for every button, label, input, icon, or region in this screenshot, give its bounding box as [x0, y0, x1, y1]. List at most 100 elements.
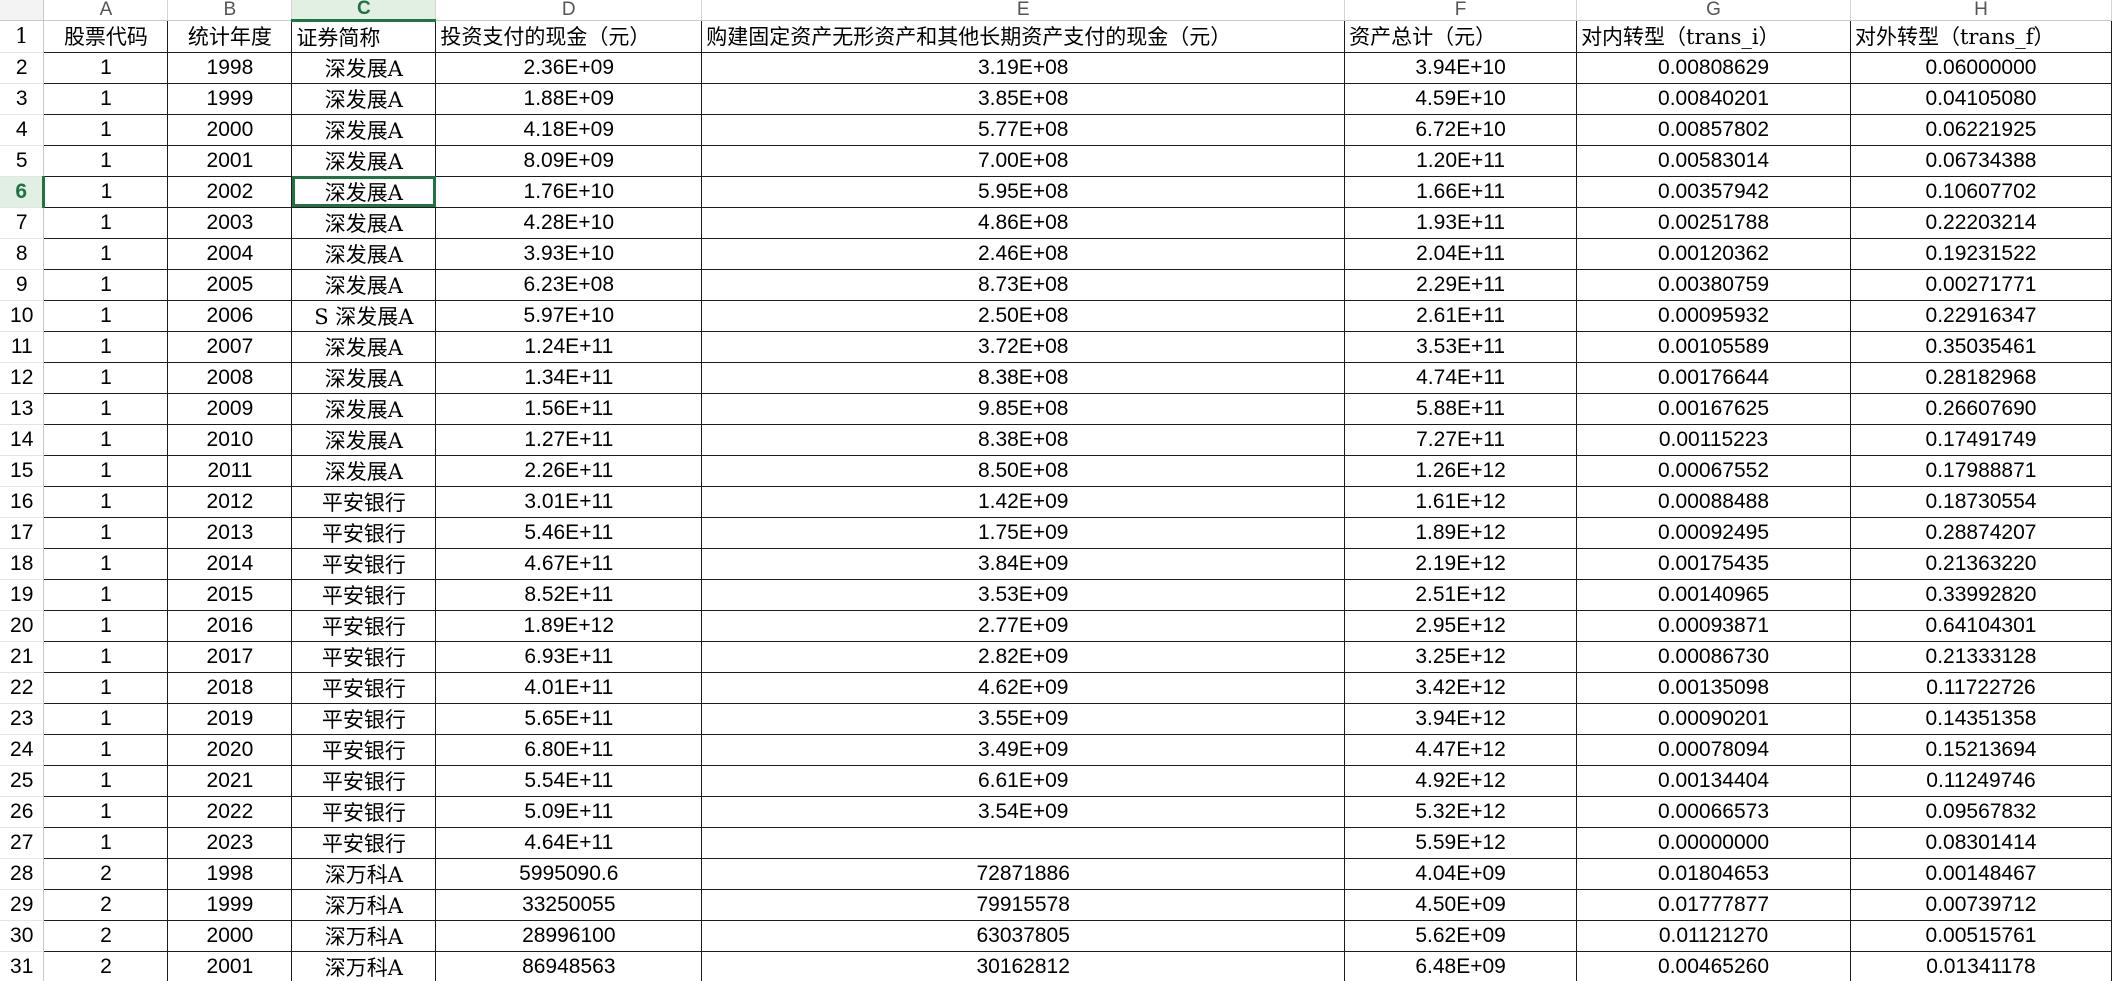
cell-c[interactable]: 深发展A	[291, 176, 437, 208]
cell-h[interactable]: 0.10607702	[1850, 176, 2112, 208]
cell-a[interactable]: 2	[43, 889, 169, 921]
cell-f[interactable]: 2.95E+12	[1344, 610, 1578, 642]
header-cell-h[interactable]: 对外转型（trans_f）	[1850, 20, 2112, 53]
header-cell-f[interactable]: 资产总计（元）	[1344, 20, 1578, 53]
cell-f[interactable]: 6.72E+10	[1344, 114, 1578, 146]
cell-h[interactable]: 0.11249746	[1850, 765, 2112, 797]
cell-h[interactable]: 0.28874207	[1850, 517, 2112, 549]
cell-g[interactable]: 0.00135098	[1576, 672, 1851, 704]
cell-b[interactable]: 2018	[167, 672, 293, 704]
cell-b[interactable]: 2007	[167, 331, 293, 363]
cell-g[interactable]: 0.00134404	[1576, 765, 1851, 797]
cell-g[interactable]: 0.00000000	[1576, 827, 1851, 859]
cell-d[interactable]: 3.93E+10	[435, 238, 703, 270]
cell-a[interactable]: 2	[43, 858, 169, 890]
cell-c[interactable]: 深发展A	[291, 269, 437, 301]
row-number[interactable]: 2	[0, 52, 45, 84]
cell-d[interactable]: 1.88E+09	[435, 83, 703, 115]
cell-a[interactable]: 1	[43, 393, 169, 425]
cell-a[interactable]: 1	[43, 83, 169, 115]
cell-a[interactable]: 1	[43, 796, 169, 828]
cell-d[interactable]: 4.28E+10	[435, 207, 703, 239]
cell-a[interactable]: 1	[43, 486, 169, 518]
cell-d[interactable]: 5.46E+11	[435, 517, 703, 549]
row-number[interactable]: 14	[0, 424, 45, 456]
cell-g[interactable]: 0.01804653	[1576, 858, 1851, 890]
cell-c[interactable]: 深发展A	[291, 83, 437, 115]
row-number[interactable]: 26	[0, 796, 45, 828]
cell-h[interactable]: 0.15213694	[1850, 734, 2112, 766]
cell-f[interactable]: 2.04E+11	[1344, 238, 1578, 270]
cell-e[interactable]: 8.73E+08	[701, 269, 1346, 301]
cell-d[interactable]: 1.89E+12	[435, 610, 703, 642]
cell-g[interactable]: 0.00167625	[1576, 393, 1851, 425]
cell-b[interactable]: 2021	[167, 765, 293, 797]
column-header-b[interactable]: B	[167, 0, 293, 21]
cell-b[interactable]: 2000	[167, 114, 293, 146]
cell-h[interactable]: 0.19231522	[1850, 238, 2112, 270]
cell-d[interactable]: 5.54E+11	[435, 765, 703, 797]
cell-h[interactable]: 0.64104301	[1850, 610, 2112, 642]
cell-h[interactable]: 0.21333128	[1850, 641, 2112, 673]
cell-e[interactable]: 8.50E+08	[701, 455, 1346, 487]
cell-h[interactable]: 0.00271771	[1850, 269, 2112, 301]
cell-b[interactable]: 1999	[167, 889, 293, 921]
cell-f[interactable]: 2.51E+12	[1344, 579, 1578, 611]
cell-e[interactable]: 2.77E+09	[701, 610, 1346, 642]
cell-d[interactable]: 8.52E+11	[435, 579, 703, 611]
select-all-corner[interactable]	[0, 0, 45, 21]
cell-b[interactable]: 2020	[167, 734, 293, 766]
cell-d[interactable]: 1.34E+11	[435, 362, 703, 394]
cell-h[interactable]: 0.06000000	[1850, 52, 2112, 84]
cell-f[interactable]: 4.47E+12	[1344, 734, 1578, 766]
cell-e[interactable]: 4.86E+08	[701, 207, 1346, 239]
cell-d[interactable]: 1.24E+11	[435, 331, 703, 363]
cell-h[interactable]: 0.33992820	[1850, 579, 2112, 611]
cell-c[interactable]: 平安银行	[291, 548, 437, 580]
header-cell-a[interactable]: 股票代码	[43, 20, 169, 53]
cell-a[interactable]: 1	[43, 207, 169, 239]
cell-a[interactable]: 1	[43, 52, 169, 84]
cell-g[interactable]: 0.00251788	[1576, 207, 1851, 239]
cell-e[interactable]: 5.77E+08	[701, 114, 1346, 146]
cell-a[interactable]: 1	[43, 331, 169, 363]
cell-h[interactable]: 0.00515761	[1850, 920, 2112, 952]
row-number[interactable]: 5	[0, 145, 45, 177]
cell-d[interactable]: 4.01E+11	[435, 672, 703, 704]
cell-g[interactable]: 0.00583014	[1576, 145, 1851, 177]
cell-b[interactable]: 2013	[167, 517, 293, 549]
cell-g[interactable]: 0.00120362	[1576, 238, 1851, 270]
cell-b[interactable]: 2010	[167, 424, 293, 456]
column-header-d[interactable]: D	[435, 0, 703, 21]
cell-f[interactable]: 1.93E+11	[1344, 207, 1578, 239]
cell-e[interactable]	[701, 827, 1346, 859]
cell-b[interactable]: 2001	[167, 145, 293, 177]
cell-h[interactable]: 0.22916347	[1850, 300, 2112, 332]
cell-a[interactable]: 1	[43, 424, 169, 456]
cell-c[interactable]: 平安银行	[291, 734, 437, 766]
cell-f[interactable]: 1.26E+12	[1344, 455, 1578, 487]
row-number[interactable]: 19	[0, 579, 45, 611]
row-number[interactable]: 31	[0, 951, 45, 981]
cell-f[interactable]: 4.92E+12	[1344, 765, 1578, 797]
cell-f[interactable]: 5.62E+09	[1344, 920, 1578, 952]
cell-c[interactable]: 平安银行	[291, 703, 437, 735]
column-header-e[interactable]: E	[701, 0, 1346, 21]
cell-b[interactable]: 1998	[167, 858, 293, 890]
cell-a[interactable]: 1	[43, 548, 169, 580]
cell-d[interactable]: 4.67E+11	[435, 548, 703, 580]
cell-f[interactable]: 5.88E+11	[1344, 393, 1578, 425]
column-header-a[interactable]: A	[43, 0, 169, 21]
cell-e[interactable]: 5.95E+08	[701, 176, 1346, 208]
cell-e[interactable]: 3.53E+09	[701, 579, 1346, 611]
cell-d[interactable]: 28996100	[435, 920, 703, 952]
cell-c[interactable]: 深发展A	[291, 331, 437, 363]
cell-b[interactable]: 2003	[167, 207, 293, 239]
row-number[interactable]: 24	[0, 734, 45, 766]
cell-h[interactable]: 0.22203214	[1850, 207, 2112, 239]
row-number[interactable]: 9	[0, 269, 45, 301]
cell-g[interactable]: 0.00176644	[1576, 362, 1851, 394]
cell-e[interactable]: 3.55E+09	[701, 703, 1346, 735]
cell-c[interactable]: 深发展A	[291, 238, 437, 270]
cell-d[interactable]: 33250055	[435, 889, 703, 921]
